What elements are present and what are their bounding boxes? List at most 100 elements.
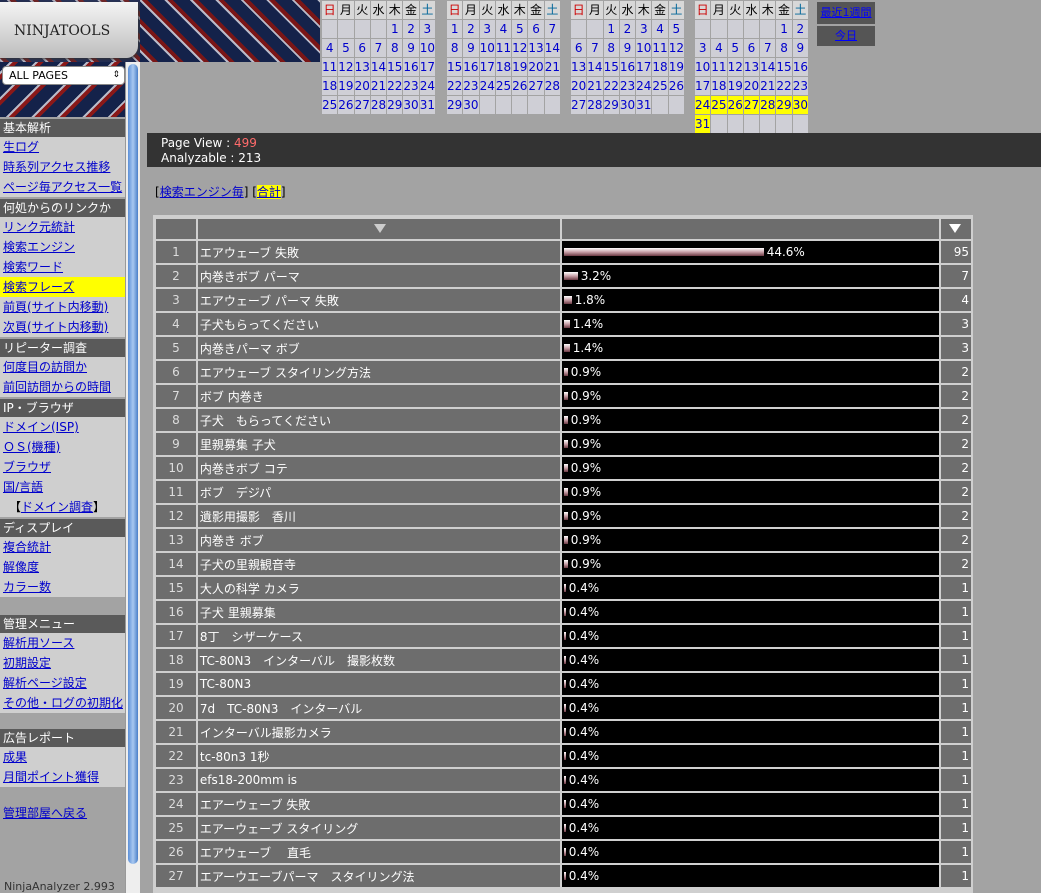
calendar-day[interactable]: 1 [775,19,793,39]
calendar-day[interactable]: 20 [353,76,371,96]
page-select[interactable]: ALL PAGES ⇕ [2,66,125,85]
calendar-day[interactable]: 22 [386,76,404,96]
calendar-day[interactable]: 31 [693,114,712,134]
calendar-day[interactable]: 28 [369,95,388,115]
calendar-day[interactable]: 5 [337,38,355,58]
sidebar-item-link[interactable]: 前頁(サイト内移動) [3,300,108,314]
today-button[interactable]: 今日 [817,26,875,46]
calendar-day[interactable]: 25 [651,76,669,96]
calendar-day[interactable]: 6 [569,38,588,58]
calendar-day[interactable]: 25 [494,76,513,96]
sidebar-item[interactable]: 前回訪問からの時間 [0,377,125,397]
calendar-day[interactable]: 13 [353,57,371,77]
calendar-day[interactable]: 22 [445,76,464,96]
calendar-day[interactable]: 4 [710,38,728,58]
calendar-day[interactable]: 3 [418,19,436,39]
sidebar-item[interactable]: カラー数 [0,577,125,597]
calendar-day[interactable]: 12 [726,57,744,77]
calendar-day[interactable]: 24 [693,95,712,115]
sidebar-item[interactable]: 生ログ [0,137,125,157]
back-to-admin-link[interactable]: 管理部屋へ戻る [3,806,87,820]
calendar-day[interactable]: 19 [511,57,529,77]
calendar-day[interactable]: 4 [494,19,513,39]
calendar-day[interactable]: 4 [651,19,669,39]
calendar-day[interactable]: 26 [726,95,744,115]
calendar-day[interactable]: 3 [478,19,496,39]
calendar-day[interactable]: 7 [586,38,604,58]
calendar-day[interactable]: 21 [586,76,604,96]
calendar-day[interactable]: 16 [462,57,480,77]
sidebar-item-link[interactable]: 成果 [3,750,27,764]
calendar-day[interactable]: 20 [569,76,588,96]
sidebar-item-link[interactable]: 検索エンジン [3,240,75,254]
calendar-day[interactable]: 15 [602,57,620,77]
logo[interactable]: NINJATOOLS [0,0,140,62]
sidebar-item[interactable]: 国/言語 [0,477,125,497]
calendar-day[interactable]: 1 [602,19,620,39]
calendar-day[interactable]: 11 [651,38,669,58]
calendar-day[interactable]: 22 [602,76,620,96]
sidebar-item-link[interactable]: ドメイン(ISP) [3,420,79,434]
sidebar-item[interactable]: 解析ページ設定 [0,673,125,693]
calendar-day[interactable]: 24 [635,76,653,96]
calendar-day[interactable]: 7 [759,38,777,58]
calendar-day[interactable]: 3 [635,19,653,39]
sidebar-item[interactable]: リンク元統計 [0,217,125,237]
calendar-day[interactable]: 9 [791,38,809,58]
calendar-day[interactable]: 23 [402,76,420,96]
calendar-day[interactable]: 16 [791,57,809,77]
sidebar-item-link[interactable]: ブラウザ [3,460,51,474]
calendar-day[interactable]: 12 [511,38,529,58]
calendar-day[interactable]: 17 [418,57,436,77]
calendar-day[interactable]: 26 [667,76,685,96]
calendar-day[interactable]: 19 [726,76,744,96]
calendar-day[interactable]: 15 [445,57,464,77]
sidebar-item[interactable]: ブラウザ [0,457,125,477]
calendar-day[interactable]: 18 [494,57,513,77]
calendar-day[interactable]: 2 [618,19,637,39]
calendar-day[interactable]: 8 [602,38,620,58]
calendar-day[interactable]: 10 [478,38,496,58]
calendar-day[interactable]: 24 [478,76,496,96]
calendar-day[interactable]: 6 [742,38,761,58]
calendar-day[interactable]: 10 [418,38,436,58]
sidebar-item-link[interactable]: 検索ワード [3,260,63,274]
calendar-day[interactable]: 24 [418,76,436,96]
sidebar-item[interactable]: 何度目の訪問か [0,357,125,377]
calendar-day[interactable]: 23 [791,76,809,96]
sidebar-item-link[interactable]: 初期設定 [3,656,51,670]
calendar-day[interactable]: 26 [337,95,355,115]
calendar-day[interactable]: 16 [402,57,420,77]
sidebar-item[interactable]: ページ毎アクセス一覧 [0,177,125,197]
sidebar-item-link[interactable]: 国/言語 [3,480,43,494]
calendar-day[interactable]: 25 [320,95,339,115]
calendar-day[interactable]: 28 [759,95,777,115]
calendar-day[interactable]: 20 [742,76,761,96]
calendar-day[interactable]: 15 [386,57,404,77]
calendar-day[interactable]: 14 [759,57,777,77]
sidebar-item-link[interactable]: 解像度 [3,560,39,574]
calendar-day[interactable]: 15 [775,57,793,77]
calendar-day[interactable]: 11 [710,57,728,77]
back-to-admin[interactable]: 管理部屋へ戻る [0,803,125,823]
sidebar-item-link[interactable]: 何度目の訪問か [3,360,87,374]
calendar-day[interactable]: 13 [527,38,545,58]
calendar-day[interactable]: 1 [445,19,464,39]
sidebar-item[interactable]: その他・ログの初期化 [0,693,125,713]
calendar-day[interactable]: 29 [386,95,404,115]
search-engine-link[interactable]: 検索エンジン毎 [160,185,244,199]
sidebar-item[interactable]: 検索ワード [0,257,125,277]
calendar-day[interactable]: 17 [478,57,496,77]
calendar-day[interactable]: 6 [353,38,371,58]
calendar-day[interactable]: 2 [462,19,480,39]
calendar-day[interactable]: 13 [569,57,588,77]
sidebar-item-link[interactable]: 月間ポイント獲得 [3,770,99,784]
calendar-day[interactable]: 3 [693,38,712,58]
sidebar-item-link[interactable]: 次頁(サイト内移動) [3,320,108,334]
calendar-day[interactable]: 2 [791,19,809,39]
calendar-day[interactable]: 27 [353,95,371,115]
calendar-day[interactable]: 10 [635,38,653,58]
sidebar-item[interactable]: 複合統計 [0,537,125,557]
header-phrase[interactable] [197,219,560,239]
calendar-day[interactable]: 19 [667,57,685,77]
